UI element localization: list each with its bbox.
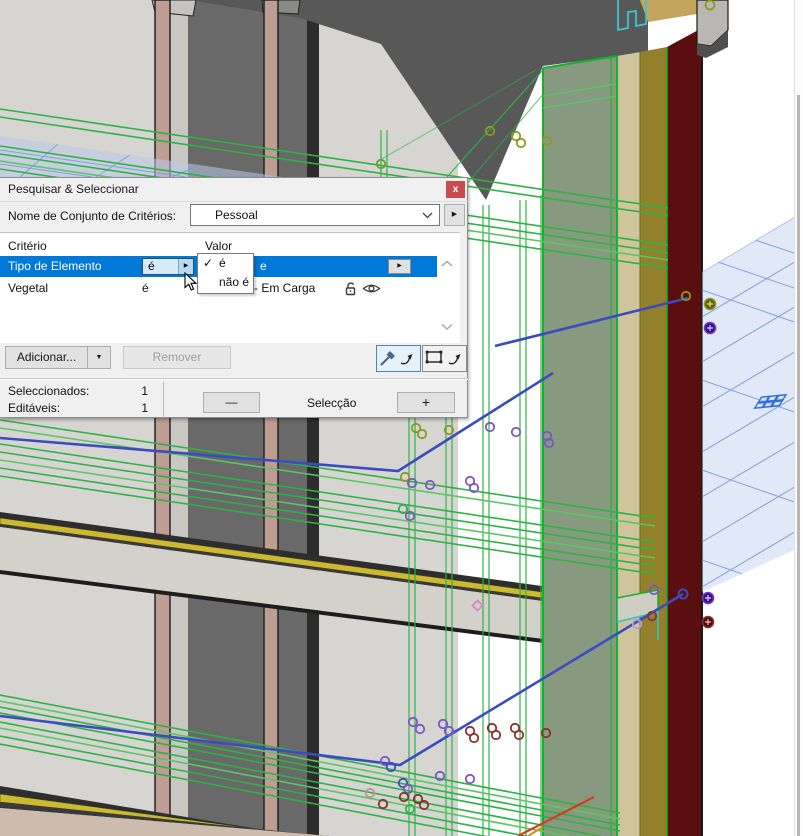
chevron-down-icon <box>422 212 433 219</box>
row1-value-partial: e <box>260 259 267 273</box>
viewport-scrollbar[interactable] <box>794 0 803 836</box>
application-window: Pesquisar & Seleccionar x Nome de Conjun… <box>0 0 803 836</box>
dialog-title: Pesquisar & Seleccionar <box>8 182 139 196</box>
criteria-set-menu-button[interactable]: ▶ <box>444 204 465 226</box>
unlock-icon <box>343 281 359 296</box>
selected-count-label: Seleccionados: <box>8 384 89 398</box>
scroll-up-icon[interactable] <box>440 260 454 268</box>
remove-button[interactable]: Remover <box>123 346 231 369</box>
eye-icon <box>362 281 381 296</box>
section-divider <box>0 378 468 380</box>
row2-criterio: Vegetal <box>8 281 48 295</box>
deselect-button[interactable]: — <box>203 392 260 413</box>
criteria-set-combobox[interactable]: Pessoal <box>190 204 440 226</box>
vertical-divider <box>163 382 164 418</box>
scrollbar-thumb[interactable] <box>797 95 800 836</box>
editable-count-value: 1 <box>118 401 148 415</box>
menu-item-nao-e[interactable]: não é <box>198 273 253 292</box>
column-header-valor: Valor <box>205 239 232 253</box>
grid-plane-right <box>702 212 803 595</box>
row1-value-menu-button[interactable]: ▶ <box>388 259 411 274</box>
titlebar-divider <box>0 201 468 202</box>
operator-value: é <box>143 259 178 274</box>
add-dropdown-arrow-icon[interactable]: ▼ <box>87 347 110 368</box>
criteria-set-label: Nome de Conjunto de Critérios: <box>8 209 176 223</box>
selected-count-value: 1 <box>118 384 148 398</box>
check-icon: ✓ <box>203 254 213 273</box>
curtain-wall-panel <box>543 0 728 836</box>
select-button[interactable]: + <box>397 392 455 413</box>
editable-count-label: Editáveis: <box>8 401 60 415</box>
row1-criterio: Tipo de Elemento <box>8 259 102 273</box>
pick-up-settings-button[interactable] <box>376 345 421 372</box>
column-header-criterio: Critério <box>8 239 47 253</box>
criteria-set-value: Pessoal <box>215 208 258 222</box>
find-select-dialog: Pesquisar & Seleccionar x Nome de Conjun… <box>0 177 468 418</box>
scroll-down-icon[interactable] <box>440 323 454 331</box>
selection-label: Selecção <box>307 396 356 410</box>
eyedropper-icon <box>377 346 418 369</box>
mouse-cursor <box>184 272 199 292</box>
close-button[interactable]: x <box>446 181 465 198</box>
row2-operator: é <box>142 281 149 295</box>
menu-item-e[interactable]: ✓ é <box>198 254 253 273</box>
row2-value: - Em Carga <box>254 281 315 295</box>
marquee-icon <box>423 346 464 369</box>
marquee-select-button[interactable] <box>422 345 467 372</box>
3d-viewport[interactable] <box>0 0 803 836</box>
add-button[interactable]: Adicionar... ▼ <box>5 346 111 369</box>
operator-dropdown-menu: ✓ é não é <box>197 253 254 294</box>
